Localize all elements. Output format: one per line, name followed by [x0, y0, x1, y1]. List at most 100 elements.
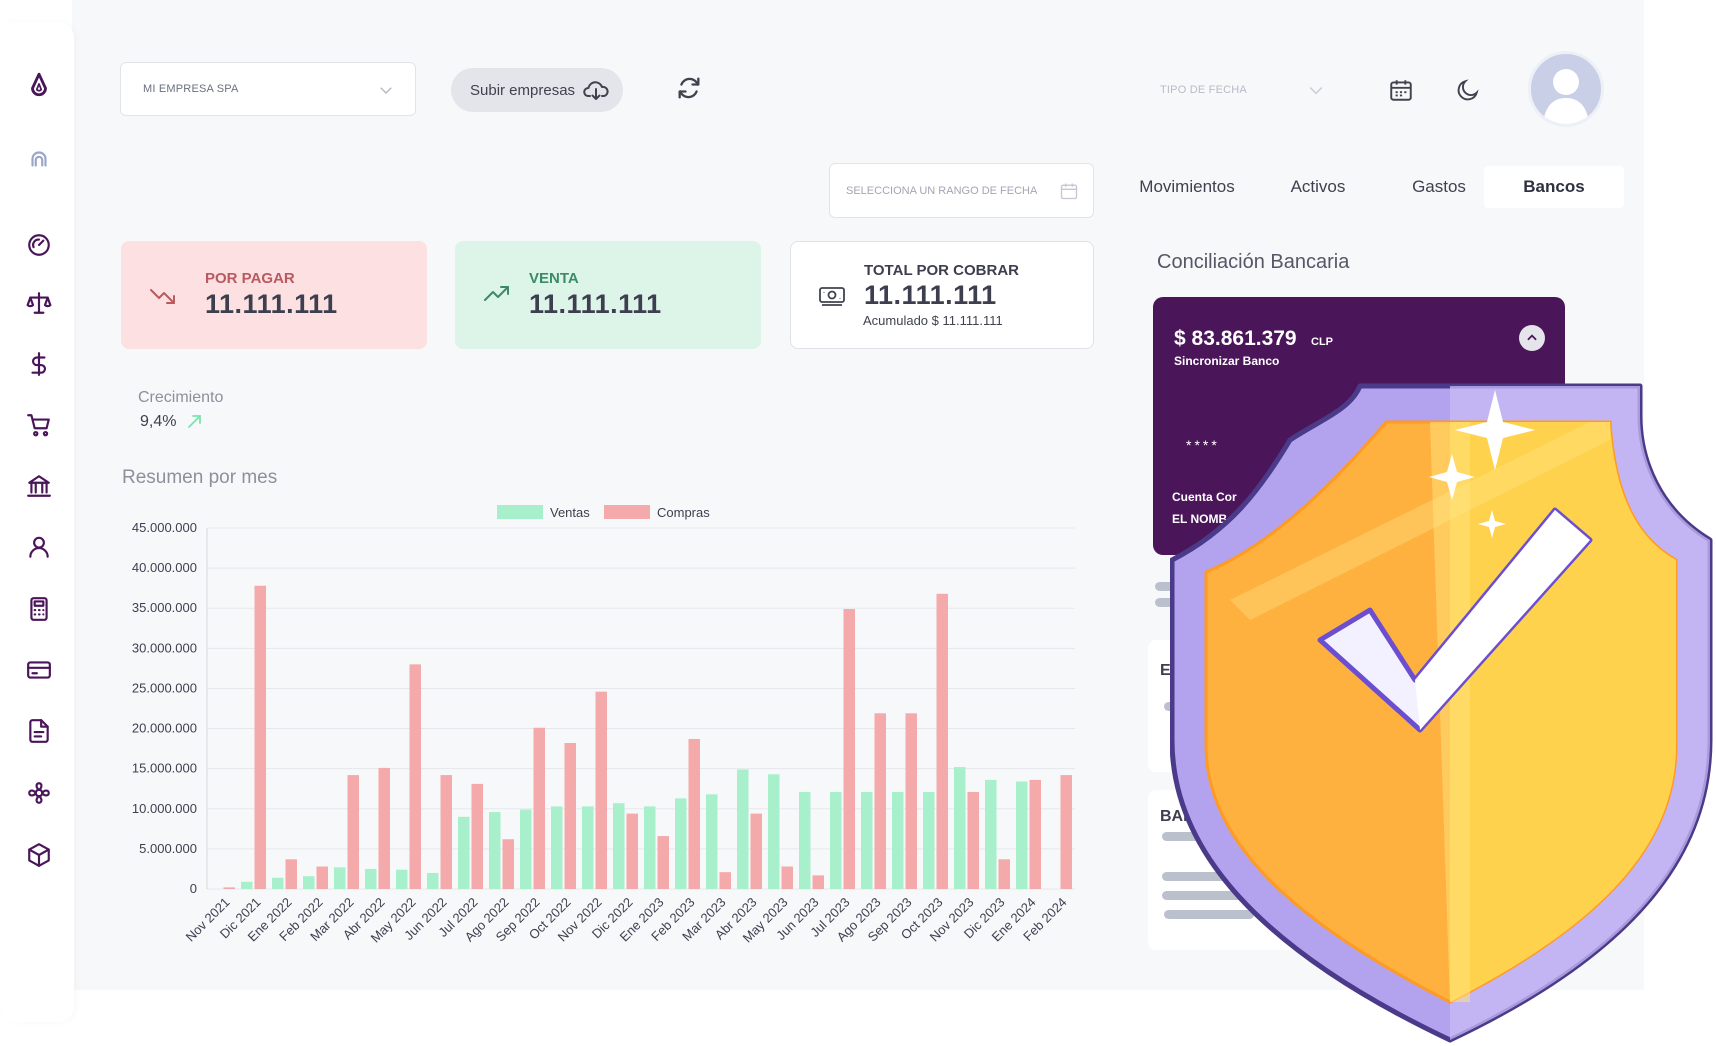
cart-icon[interactable] — [22, 408, 56, 442]
settings-flower-icon[interactable] — [22, 776, 56, 810]
sidebar — [0, 22, 74, 1022]
y-tick-label: 5.000.000 — [139, 841, 197, 856]
chart-bar — [334, 867, 346, 889]
calendar-icon[interactable] — [1388, 77, 1414, 103]
user-silhouette-icon — [1543, 69, 1589, 124]
chart-bar — [241, 881, 253, 889]
kpi-card-venta[interactable]: VENTA 11.111.111 — [455, 241, 761, 349]
chart-bar — [861, 791, 873, 889]
dashboard-gauge-icon[interactable] — [22, 228, 56, 262]
y-tick-label: 15.000.000 — [132, 761, 197, 776]
document-icon[interactable] — [22, 714, 56, 748]
y-tick-label: 40.000.000 — [132, 560, 197, 575]
chart-bar — [613, 803, 625, 889]
monthly-summary-chart: 45.000.000 40.000.000 35.000.000 30.000.000… — [132, 505, 1075, 945]
y-tick-label: 45.000.000 — [132, 520, 197, 535]
chart-bar — [719, 872, 731, 889]
growth-label: Crecimiento — [138, 389, 224, 406]
cloud-download-icon — [583, 81, 609, 100]
dollar-icon[interactable] — [22, 347, 56, 381]
chart-bar — [533, 727, 545, 889]
money-icon — [819, 287, 845, 306]
chevron-down-icon — [380, 87, 392, 95]
refresh-icon[interactable] — [675, 74, 703, 102]
date-type-select[interactable]: TIPO DE FECHA — [1160, 84, 1247, 96]
chevron-down-icon[interactable] — [1306, 80, 1326, 100]
section-tabs: Movimientos Activos Gastos Bancos — [1118, 166, 1624, 208]
chart-bar — [843, 609, 855, 889]
chevron-up-icon — [1527, 334, 1537, 341]
box-icon[interactable] — [22, 838, 56, 872]
chart-bar — [365, 868, 377, 889]
kpi-card-por-pagar[interactable]: POR PAGAR 11.111.111 — [121, 241, 427, 349]
user-outline-icon[interactable] — [22, 142, 56, 176]
y-tick-label: 10.000.000 — [132, 801, 197, 816]
chart-bar — [582, 806, 594, 889]
legend-label: Ventas — [550, 505, 590, 520]
bank-currency: CLP — [1311, 336, 1333, 348]
chart-bar — [812, 875, 824, 889]
summary-title: Resumen por mes — [122, 467, 278, 488]
y-tick-label: 30.000.000 — [132, 640, 197, 655]
conciliation-title: Conciliación Bancaria — [1157, 251, 1350, 273]
kpi-label: VENTA — [529, 270, 579, 287]
chart-bar — [675, 798, 687, 889]
date-range-input[interactable]: SELECCIONA UN RANGO DE FECHA — [829, 163, 1094, 218]
balance-scale-icon[interactable] — [22, 286, 56, 320]
chart-bar — [1029, 779, 1041, 889]
kpi-value: 11.111.111 — [205, 289, 338, 319]
calculator-icon[interactable] — [22, 592, 56, 626]
calendar-icon — [1060, 183, 1078, 200]
bank-icon[interactable] — [22, 469, 56, 503]
kpi-value: 11.111.111 — [864, 280, 997, 310]
chart-bar — [750, 813, 762, 889]
chart-bar — [998, 859, 1010, 889]
chart-bar — [874, 713, 886, 889]
chart-bar — [551, 806, 563, 889]
kpi-subtext: Acumulado $ 11.111.111 — [863, 313, 1003, 328]
chart-bar — [489, 811, 501, 889]
chart-bar — [502, 839, 514, 889]
chart-bar — [396, 869, 408, 889]
tab-activos[interactable]: Activos — [1256, 166, 1380, 208]
tab-bancos[interactable]: Bancos — [1484, 166, 1624, 208]
chart-bar — [254, 585, 266, 889]
chart-bar — [440, 775, 452, 889]
sync-bank-link[interactable]: Sincronizar Banco — [1174, 354, 1279, 368]
chart-bar — [799, 791, 811, 889]
tab-gastos[interactable]: Gastos — [1380, 166, 1498, 208]
growth-value: 9,4% — [140, 413, 177, 430]
moon-icon[interactable] — [1455, 77, 1481, 103]
chart-bar — [985, 779, 997, 889]
chart-bar — [471, 783, 483, 889]
chart-bar — [427, 872, 439, 889]
kpi-label: TOTAL POR COBRAR — [864, 262, 1020, 279]
chart-bar — [1016, 781, 1028, 889]
upload-companies-button[interactable]: Subir empresas — [451, 68, 623, 112]
kpi-card-total-por-cobrar[interactable]: TOTAL POR COBRAR 11.111.111 Acumulado $ … — [790, 241, 1094, 349]
company-select[interactable]: MI EMPRESA SPA — [120, 62, 416, 116]
legend-swatch — [604, 505, 650, 519]
kpi-value: 11.111.111 — [529, 289, 662, 319]
credit-card-icon[interactable] — [22, 653, 56, 687]
chart-bar — [923, 791, 935, 889]
legend-swatch — [497, 505, 543, 519]
upload-companies-label: Subir empresas — [470, 81, 576, 99]
tab-movimientos[interactable]: Movimientos — [1118, 166, 1256, 208]
trending-up-icon — [484, 286, 509, 301]
chart-bar — [781, 866, 793, 889]
y-tick-label: 35.000.000 — [132, 600, 197, 615]
person-icon[interactable] — [22, 530, 56, 564]
date-range-placeholder: SELECCIONA UN RANGO DE FECHA — [846, 184, 1038, 197]
y-tick-label: 0 — [190, 881, 197, 896]
logo-icon[interactable] — [22, 68, 56, 102]
avatar[interactable] — [1528, 51, 1604, 127]
chart-bar — [595, 691, 607, 889]
company-select-value: MI EMPRESA SPA — [143, 83, 239, 95]
collapse-toggle[interactable] — [1519, 325, 1545, 351]
chart-bar — [706, 794, 718, 889]
chart-bar — [688, 738, 700, 889]
arrow-up-right-icon — [188, 415, 201, 428]
chart-bar — [626, 813, 638, 889]
chart-bar — [936, 593, 948, 889]
